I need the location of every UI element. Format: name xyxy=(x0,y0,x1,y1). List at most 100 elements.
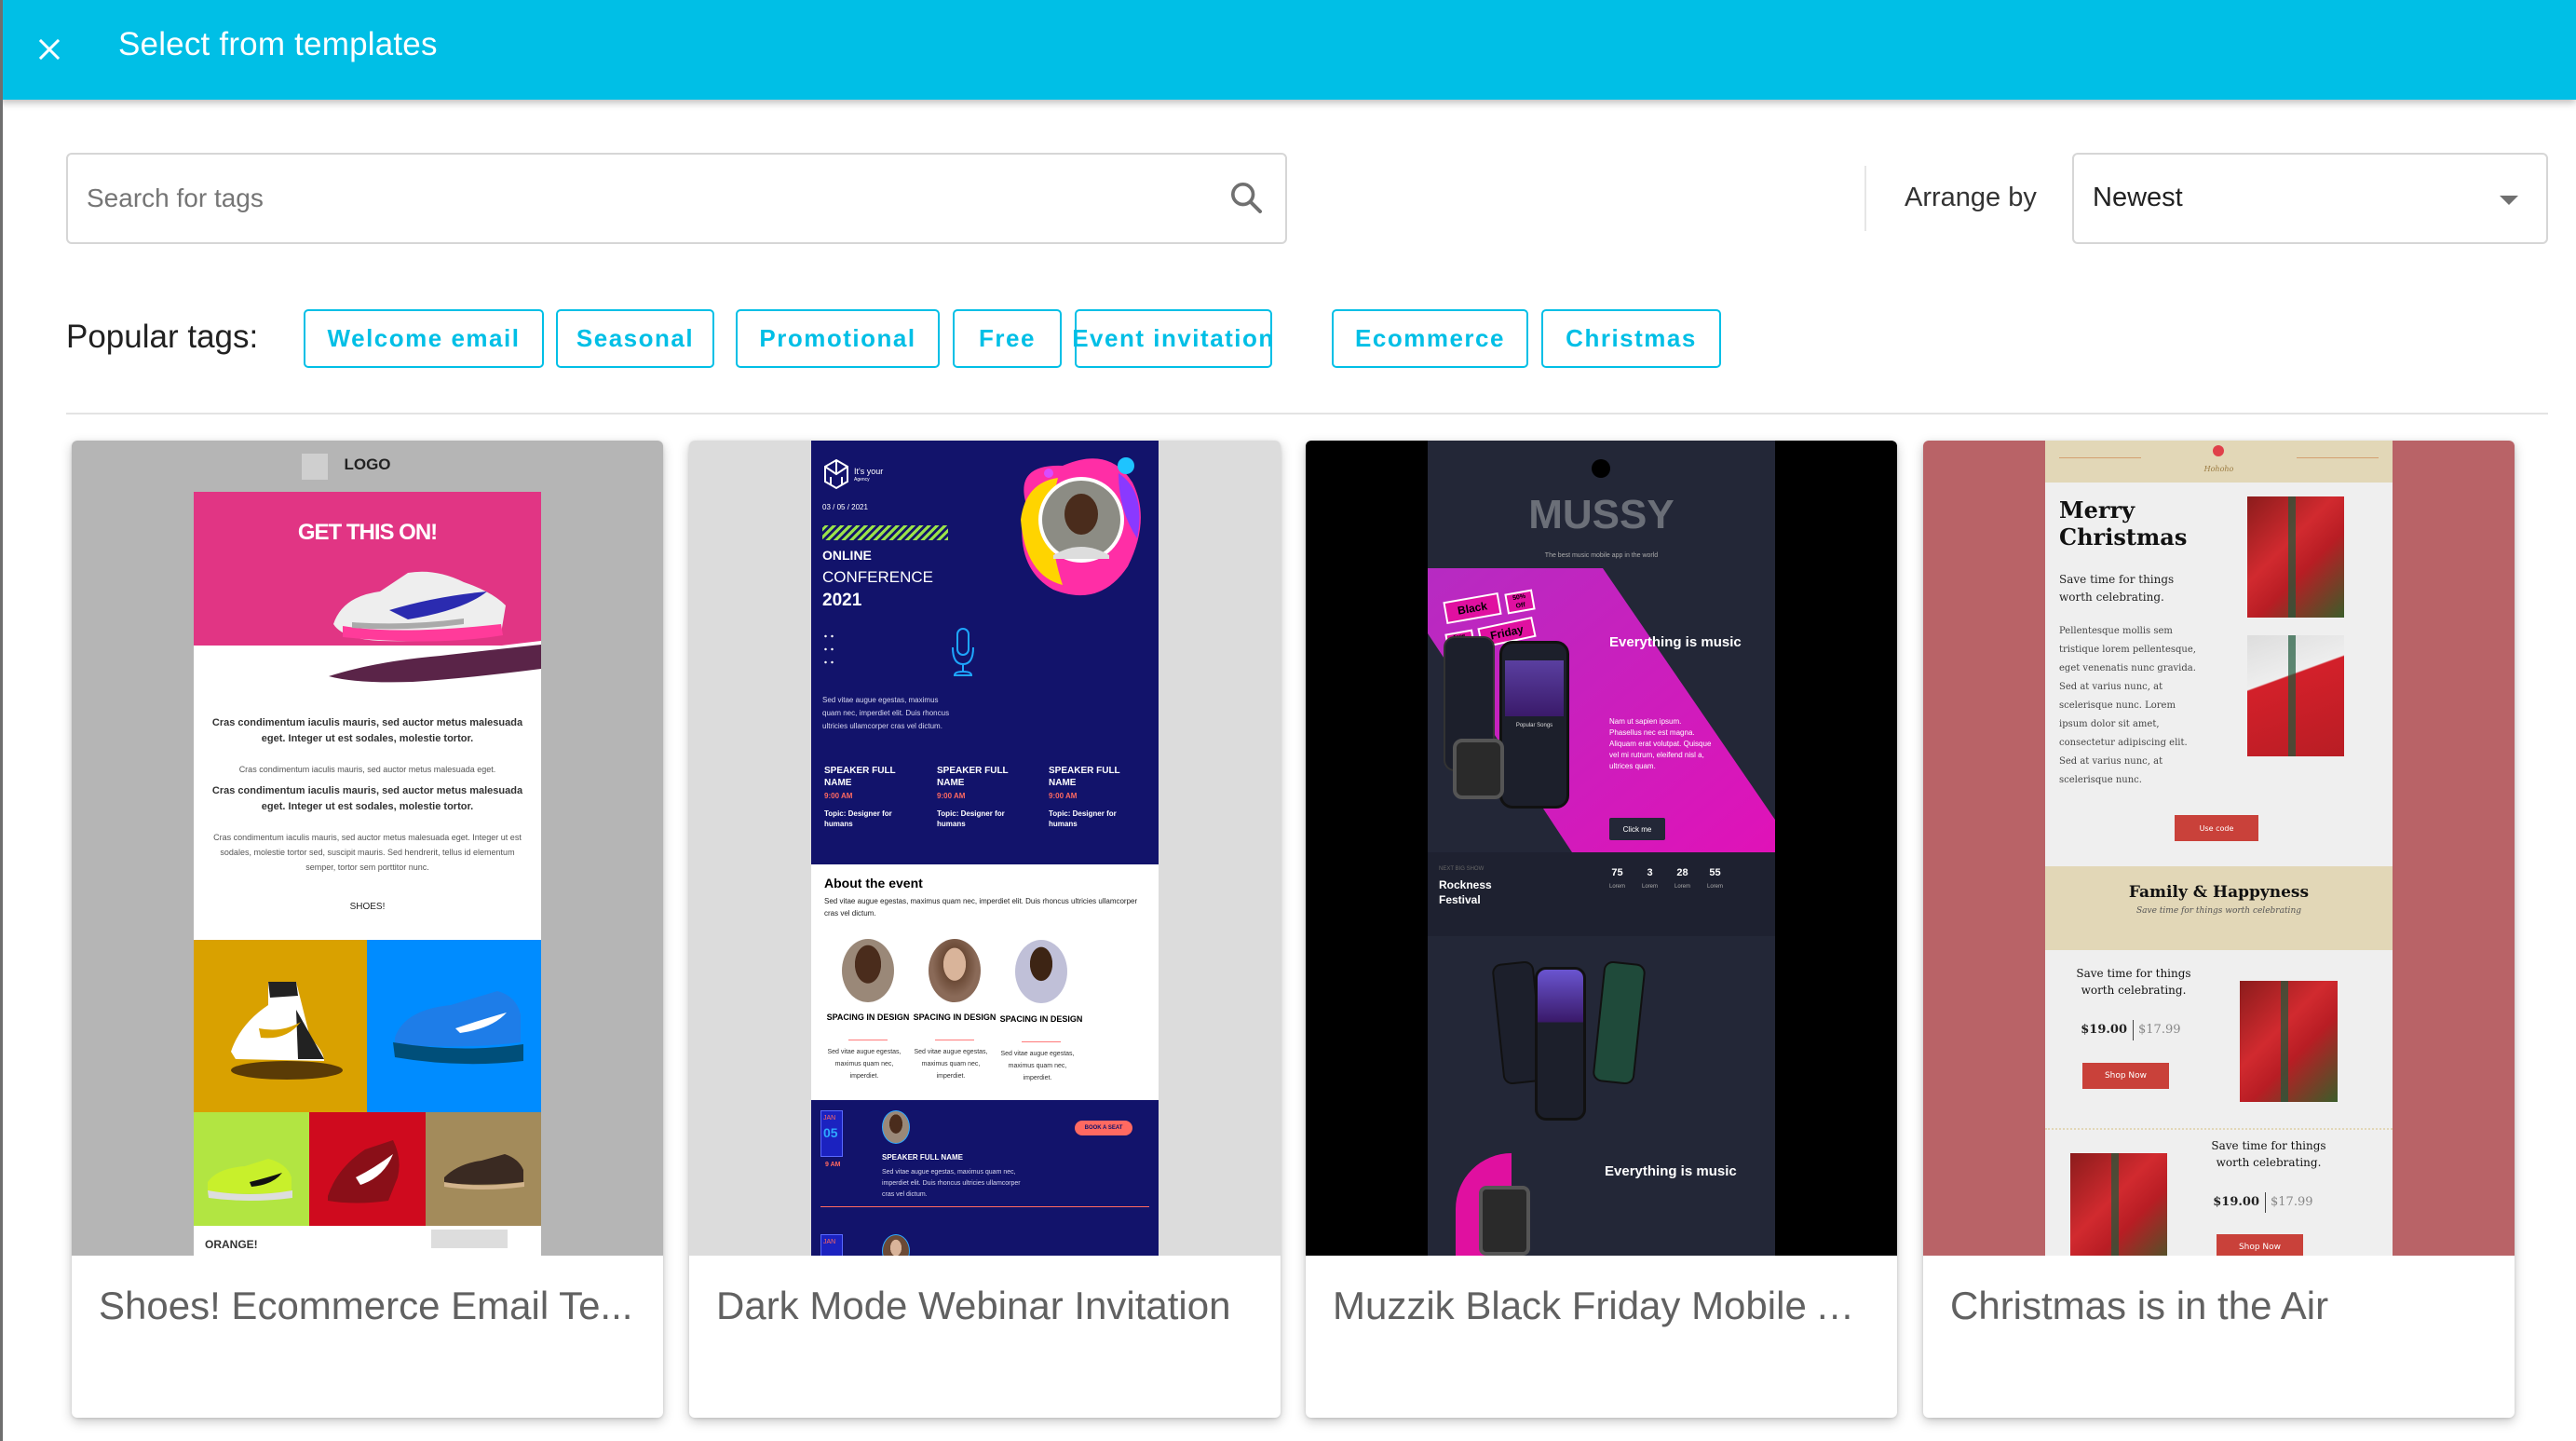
close-button[interactable] xyxy=(28,28,71,71)
product-sale-price: $17.99 xyxy=(2271,1195,2313,1209)
countdown-value: 3 xyxy=(1647,867,1653,878)
product-text: Save time for things worth celebrating. xyxy=(2076,967,2191,997)
dot-grid-decoration xyxy=(822,630,835,669)
email-preview: It's your Agency 03 / 05 / 2021 ONLINE C… xyxy=(811,441,1159,1256)
template-card[interactable]: It's your Agency 03 / 05 / 2021 ONLINE C… xyxy=(689,441,1281,1418)
agency-sub: Agency xyxy=(854,477,870,483)
preview-footer-label: ORANGE! xyxy=(205,1238,258,1251)
promo-headline: Everything is music xyxy=(1605,1163,1737,1179)
gift-image xyxy=(2247,496,2344,618)
speaker-name: SPEAKER FULL NAME xyxy=(1049,766,1120,788)
speaker-name: SPEAKER FULL NAME xyxy=(937,766,1009,788)
next-show-label: NEXT BIG SHOW xyxy=(1439,866,1485,872)
search-input[interactable] xyxy=(87,155,1186,242)
template-card[interactable]: LOGO GET THIS ON! Cras condimentum iacul… xyxy=(72,441,663,1418)
session-title: SPACING IN DESIGN xyxy=(999,1014,1083,1024)
email-body: Pellentesque mollis sem tristique lorem … xyxy=(2059,626,2196,785)
preview-heading: Cras condimentum iaculis mauris, sed auc… xyxy=(211,717,523,744)
popular-tags-label: Popular tags: xyxy=(66,319,259,355)
shop-now-button: Shop Now xyxy=(2217,1234,2303,1256)
stripe-decoration xyxy=(822,525,948,540)
tag-free[interactable]: Free xyxy=(953,309,1062,368)
search-icon[interactable] xyxy=(1227,179,1265,216)
speaker-time: 9:00 AM xyxy=(1049,792,1078,800)
product-divider xyxy=(2045,1128,2393,1131)
session-underline xyxy=(1022,1041,1061,1042)
arrange-by-select[interactable]: Newest xyxy=(2072,153,2548,244)
tag-event-invitation[interactable]: Event invitation xyxy=(1072,309,1273,368)
speaker-topic: Topic: Designer for humans xyxy=(824,809,892,828)
speaker-topic: Topic: Designer for humans xyxy=(1049,809,1117,828)
agenda-date-box: JAN 05 xyxy=(820,1110,843,1157)
use-code-button: Use code xyxy=(2175,815,2258,841)
session-text: Sed vitae augue egestas, maximus quam ne… xyxy=(914,1049,988,1080)
email-title: Merry Christmas xyxy=(2059,496,2188,551)
about-title: About the event xyxy=(824,876,923,890)
shop-now-button: Shop Now xyxy=(2082,1063,2169,1089)
product-sale-price: $17.99 xyxy=(2138,1023,2181,1037)
hand-image xyxy=(319,641,541,684)
preview-heading: Cras condimentum iaculis mauris, sed auc… xyxy=(211,785,523,812)
about-section: About the event Sed vitae augue egestas,… xyxy=(811,864,1159,1100)
template-preview[interactable]: LOGO GET THIS ON! Cras condimentum iacul… xyxy=(72,441,663,1256)
about-text: Sed vitae augue egestas, maximus quam ne… xyxy=(824,897,1138,918)
tag-christmas[interactable]: Christmas xyxy=(1541,309,1721,368)
email-preview: GET THIS ON! Cras condimentum iaculis ma… xyxy=(194,492,541,1256)
brand-name: Hohoho xyxy=(2203,465,2234,473)
preview-logo-text: LOGO xyxy=(344,455,391,473)
price-divider xyxy=(2265,1192,2266,1213)
speaker-time: 9:00 AM xyxy=(937,792,966,800)
email-subtitle: Save time for things worth celebrating. xyxy=(2059,573,2175,604)
session-avatar xyxy=(929,939,981,1002)
tag-ecommerce[interactable]: Ecommerce xyxy=(1332,309,1528,368)
conference-title-line-2: CONFERENCE xyxy=(822,568,934,586)
template-name: Christmas is in the Air xyxy=(1950,1284,2329,1327)
product-tile-yellow xyxy=(194,940,367,1112)
template-card[interactable]: MUSSY The best music mobile app in the w… xyxy=(1306,441,1897,1418)
email-header: Hohoho xyxy=(2045,441,2393,483)
sneaker-image xyxy=(444,1154,524,1190)
preview-footer-button xyxy=(431,1230,508,1248)
speaker-name: SPEAKER FULL NAME xyxy=(824,766,896,788)
product-tile-lime xyxy=(194,1112,309,1226)
smartwatch-image xyxy=(1479,1186,1530,1256)
brand-tagline: The best music mobile app in the world xyxy=(1544,552,1659,559)
brand-title: MUSSY xyxy=(1528,492,1674,537)
phone-caption: Popular Songs xyxy=(1515,723,1553,728)
countdown-label: Lorem xyxy=(1608,884,1625,890)
session-text: Sed vitae augue egestas, maximus quam ne… xyxy=(827,1049,902,1080)
next-show-section: NEXT BIG SHOW Rockness Festival 75 Lorem… xyxy=(1428,852,1775,936)
session-text: Sed vitae augue egestas, maximus quam ne… xyxy=(1000,1051,1075,1081)
click-me-button: Click me xyxy=(1609,818,1665,840)
sneaker-image xyxy=(333,571,506,642)
product-price: $19.00 xyxy=(2081,1023,2127,1037)
countdown-value: 55 xyxy=(1709,867,1721,878)
toolbar-divider xyxy=(1864,166,1866,231)
template-preview[interactable]: MUSSY The best music mobile app in the w… xyxy=(1306,441,1897,1256)
sneaker-image xyxy=(328,1140,400,1203)
speaker-photo-blob xyxy=(1021,457,1141,596)
tag-promotional[interactable]: Promotional xyxy=(736,309,940,368)
tag-welcome-email[interactable]: Welcome email xyxy=(304,309,544,368)
phone-mockup xyxy=(1535,967,1586,1121)
intro-text: Sed vitae augue egestas, maximus quam ne… xyxy=(822,696,950,730)
template-preview[interactable]: Hohoho Merry Christmas Save time for thi… xyxy=(1923,441,2515,1256)
agenda-divider xyxy=(820,1206,1149,1207)
tag-search-field[interactable] xyxy=(66,153,1287,244)
template-name: Dark Mode Webinar Invitation xyxy=(716,1284,1231,1327)
countdown-label: Lorem xyxy=(1641,884,1658,890)
template-card[interactable]: Hohoho Merry Christmas Save time for thi… xyxy=(1923,441,2515,1418)
template-preview[interactable]: It's your Agency 03 / 05 / 2021 ONLINE C… xyxy=(689,441,1281,1256)
microphone-icon xyxy=(952,628,974,676)
caret-down-icon xyxy=(2500,196,2518,205)
next-show-name: Rockness Festival xyxy=(1439,878,1492,906)
gift-image xyxy=(2070,1153,2167,1256)
sneaker-image xyxy=(208,1159,292,1201)
tag-seasonal[interactable]: Seasonal xyxy=(556,309,714,368)
countdown-label: Lorem xyxy=(1706,884,1723,890)
smartwatch-image xyxy=(1453,739,1504,799)
agenda-month: JAN xyxy=(823,1239,836,1245)
preview-text: Cras condimentum iaculis mauris, sed auc… xyxy=(238,765,496,774)
gift-image xyxy=(2247,635,2344,756)
sneaker-image xyxy=(393,991,523,1065)
